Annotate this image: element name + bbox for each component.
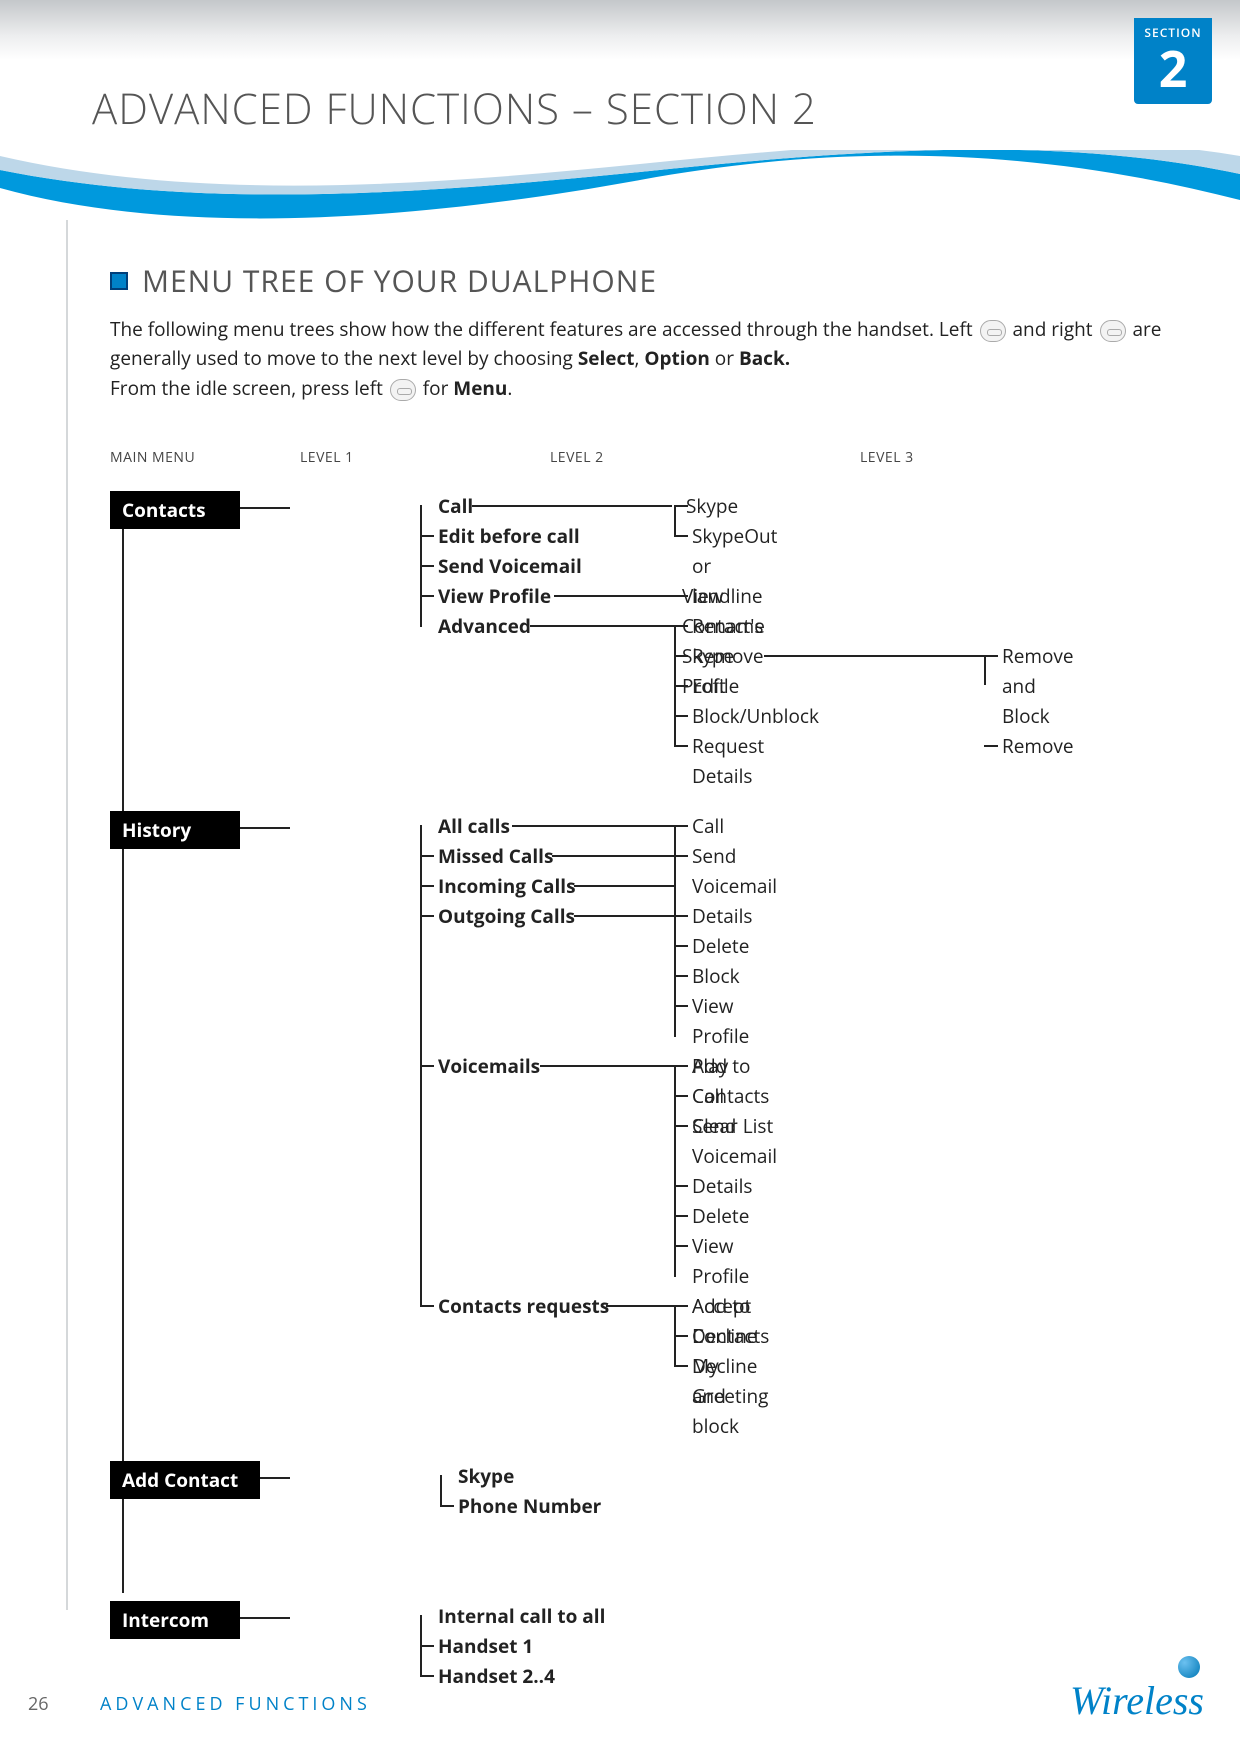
l3-remove: Remove <box>1002 733 1074 759</box>
col-l3: LEVEL 3 <box>860 443 1180 473</box>
l1-incoming: Incoming Calls <box>438 873 576 899</box>
l2-v2: Call <box>692 1083 724 1109</box>
softkey-icon <box>1100 320 1126 342</box>
brand-logo: Wireless <box>1070 1677 1204 1724</box>
l1-missed: Missed Calls <box>438 843 553 869</box>
l2-v6: View Profile <box>692 1233 749 1289</box>
l2-remove: Remove <box>692 643 764 669</box>
content-area: MENU TREE OF YOUR DUALPHONE The followin… <box>110 260 1180 1731</box>
page-title: ADVANCED FUNCTIONS – SECTION 2 <box>92 80 817 137</box>
l1-sendvm: Send Voicemail <box>438 553 582 579</box>
l2-c3: Details <box>692 903 752 929</box>
l1-requests: Contacts requests <box>438 1293 609 1319</box>
softkey-icon <box>390 379 416 401</box>
main-history: History <box>110 811 240 849</box>
l1-voicemails: Voicemails <box>438 1053 540 1079</box>
main-contacts: Contacts <box>110 491 240 529</box>
col-l1: LEVEL 1 <box>300 443 550 473</box>
l1-ic1: Internal call to all <box>438 1603 605 1629</box>
l2-skype: Skype <box>686 493 738 519</box>
l2-r1: Accept <box>692 1293 751 1319</box>
main-intercom: Intercom <box>110 1601 240 1639</box>
section-number: 2 <box>1134 43 1212 93</box>
l1-allcalls: All calls <box>438 813 510 839</box>
l1-viewprof: View Profile <box>438 583 551 609</box>
col-l2: LEVEL 2 <box>550 443 860 473</box>
l1-ic2: Handset 1 <box>438 1633 533 1659</box>
bullet-square-icon <box>110 272 128 290</box>
subheading-row: MENU TREE OF YOUR DUALPHONE <box>110 260 1180 301</box>
l1-call: Call <box>438 493 473 519</box>
l3-removeblock: Remove and Block <box>1002 643 1074 729</box>
l2-v1: Play <box>692 1053 728 1079</box>
intro-paragraph: The following menu trees show how the di… <box>110 315 1180 403</box>
top-gradient <box>0 0 1240 60</box>
node-addcontact: Add Contact Skype Phone Number <box>110 1461 1180 1561</box>
main-addcontact: Add Contact <box>110 1461 260 1499</box>
l2-block: Block/Unblock <box>692 703 819 729</box>
l2-c4: Delete <box>692 933 749 959</box>
l2-rename: Rename <box>692 613 765 639</box>
l1-ac1: Skype <box>458 1463 514 1489</box>
l1-outgoing: Outgoing Calls <box>438 903 575 929</box>
l2-r2: Decline <box>692 1323 757 1349</box>
column-headers: MAIN MENU LEVEL 1 LEVEL 2 LEVEL 3 <box>110 443 1180 473</box>
l2-v4: Details <box>692 1173 752 1199</box>
l2-c1: Call <box>692 813 724 839</box>
l2-r3: Decline and block <box>692 1353 757 1439</box>
col-main: MAIN MENU <box>110 443 300 473</box>
page-number: 26 <box>28 1692 49 1716</box>
l2-v5: Delete <box>692 1203 749 1229</box>
l1-ic3: Handset 2..4 <box>438 1663 555 1689</box>
l2-edit: Edit <box>692 673 726 699</box>
menu-tree: MAIN MENU LEVEL 1 LEVEL 2 LEVEL 3 Contac… <box>110 443 1180 1691</box>
softkey-icon <box>980 320 1006 342</box>
footer-text: ADVANCED FUNCTIONS <box>100 1692 371 1716</box>
subheading: MENU TREE OF YOUR DUALPHONE <box>142 260 657 301</box>
node-intercom: Intercom Internal call to all Handset 1 … <box>110 1601 1180 1691</box>
l2-c6: View Profile <box>692 993 749 1049</box>
l2-c2: Send Voicemail <box>692 843 777 899</box>
l2-v3: Send Voicemail <box>692 1113 777 1169</box>
wave-divider <box>0 150 1240 220</box>
node-contacts: Contacts Call Edit before call Send Voic… <box>110 491 1180 771</box>
l1-ac2: Phone Number <box>458 1493 601 1519</box>
l2-c5: Block <box>692 963 740 989</box>
node-history: History All calls Missed Calls Incoming … <box>110 811 1180 1421</box>
l1-editbefore: Edit before call <box>438 523 580 549</box>
content-margin-line <box>66 220 68 1610</box>
l2-reqdetails: Request Details <box>692 733 764 789</box>
l1-advanced: Advanced <box>438 613 531 639</box>
brand-dot-icon <box>1178 1656 1200 1678</box>
section-tag: SECTION 2 <box>1134 18 1212 104</box>
